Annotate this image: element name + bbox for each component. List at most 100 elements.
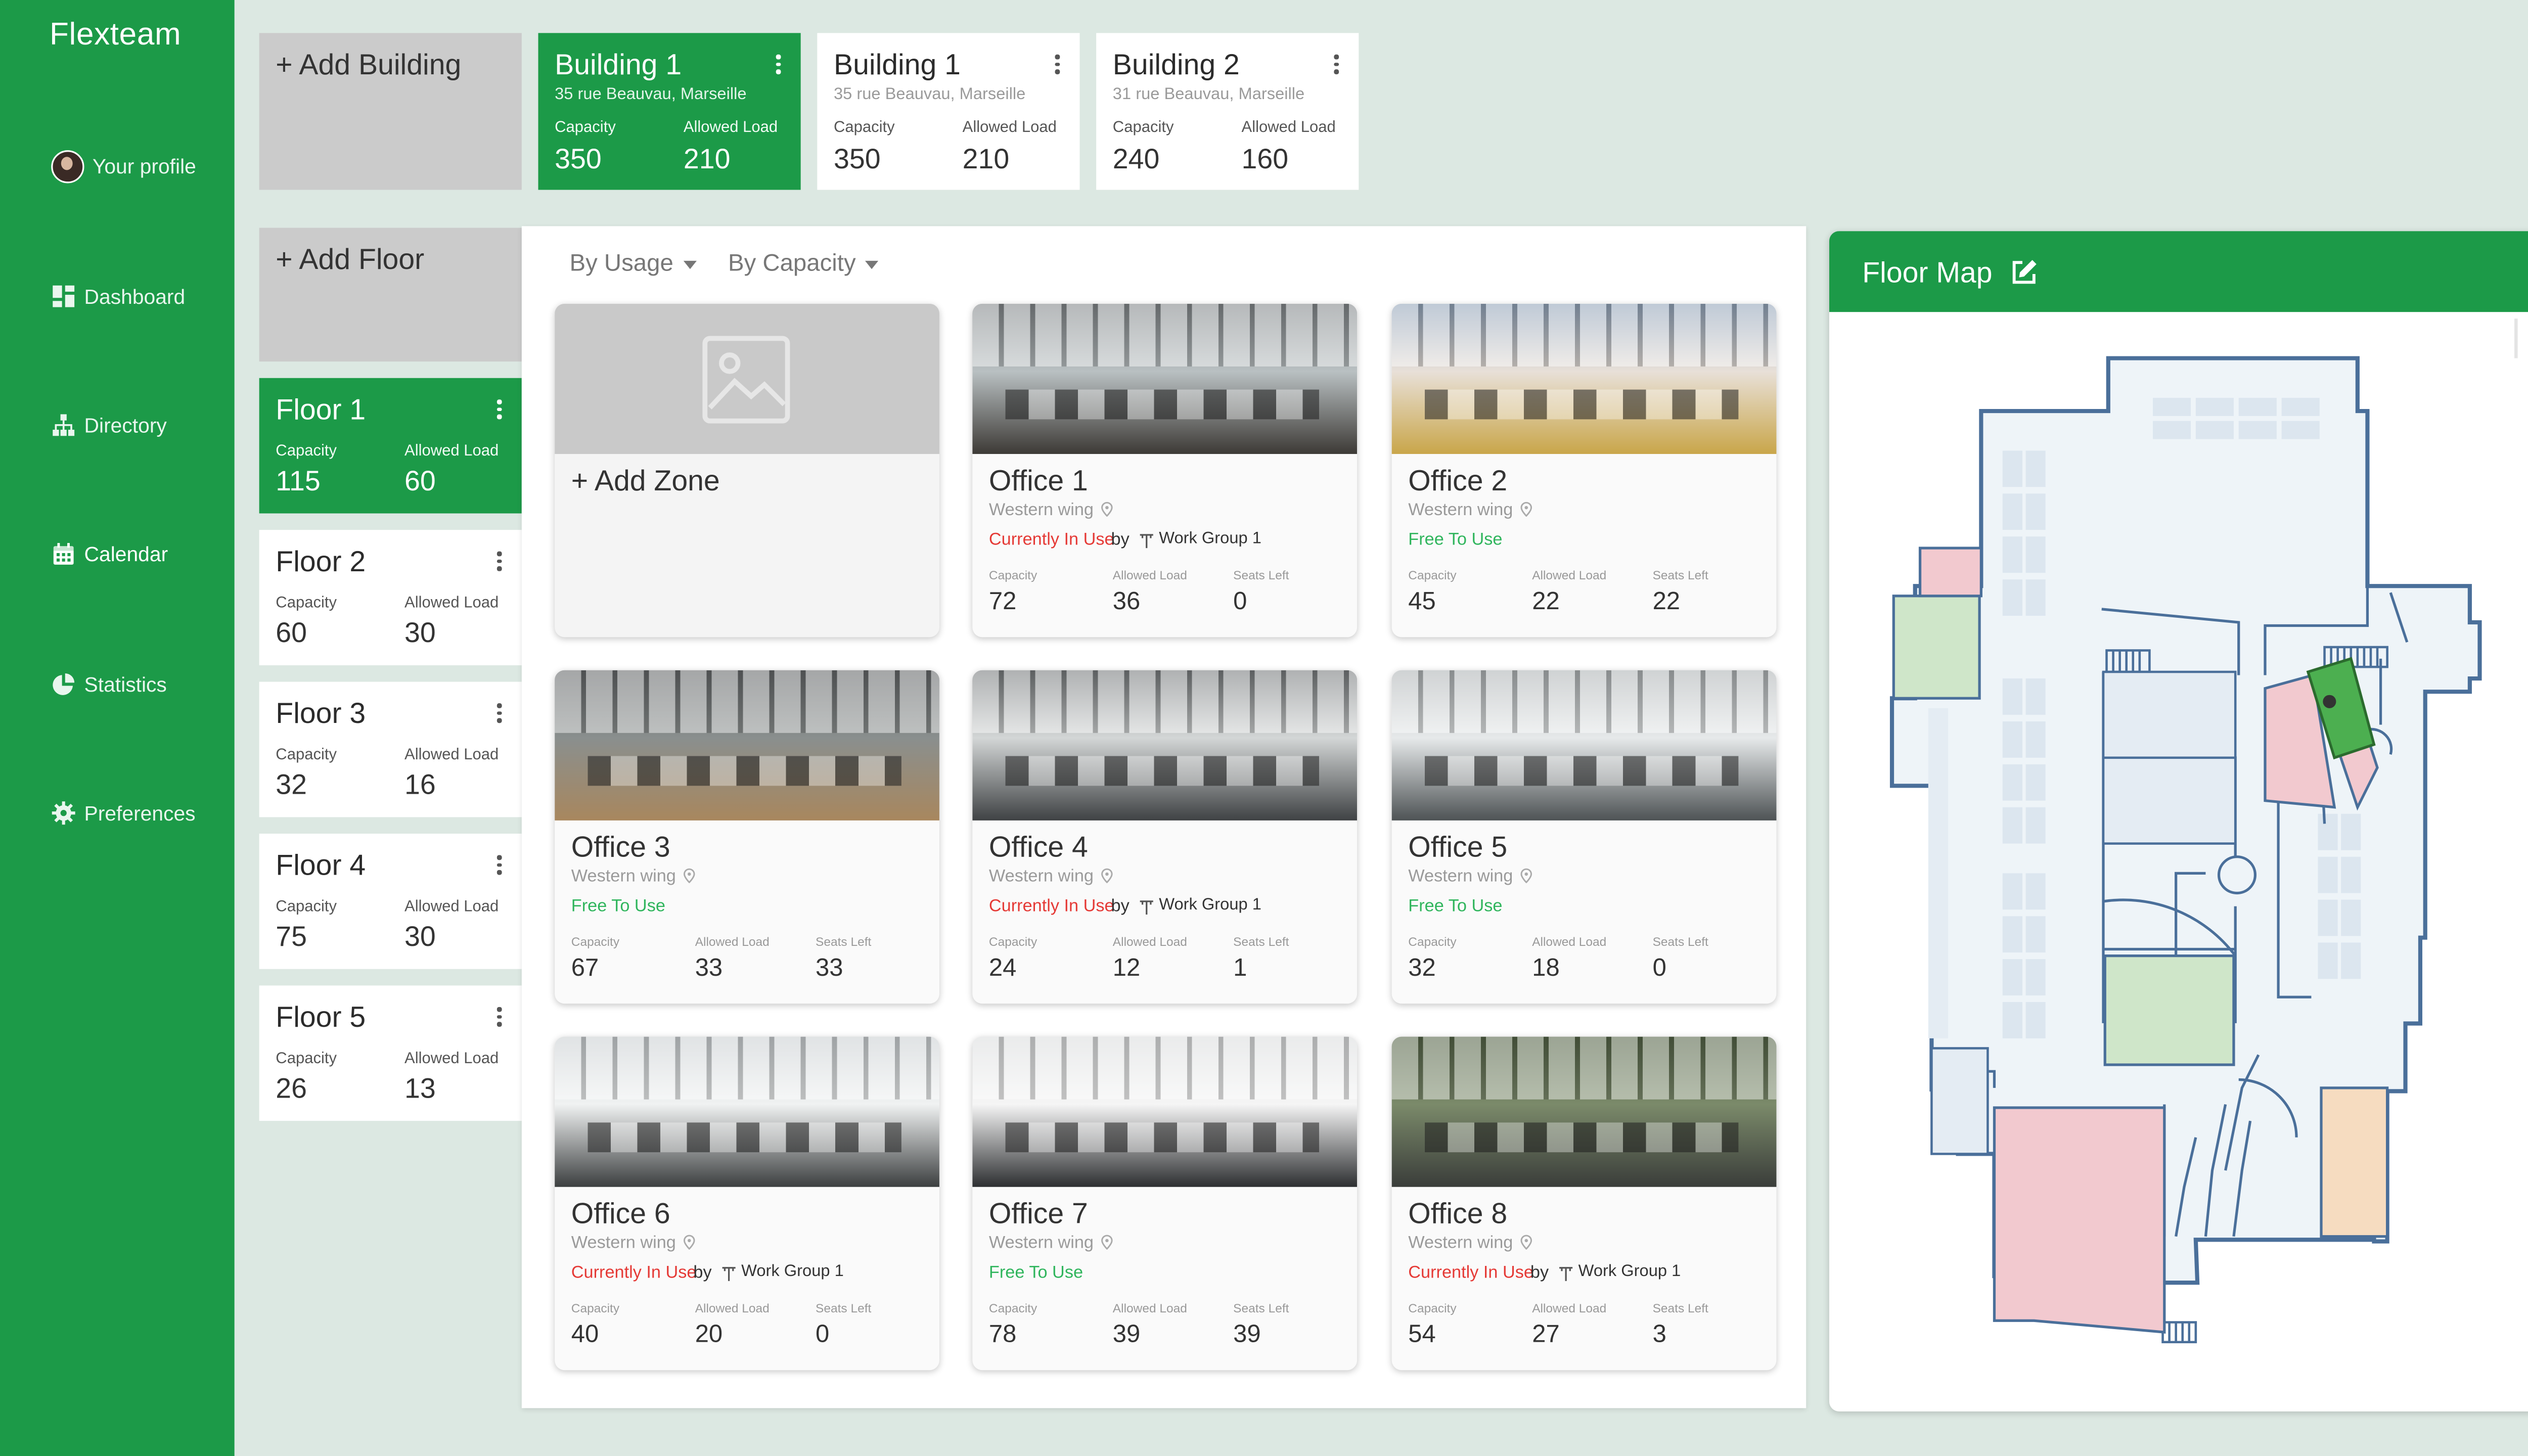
capacity-label: Capacity [571, 1301, 620, 1316]
more-options-icon[interactable] [496, 855, 502, 877]
floor-name: Floor 3 [276, 696, 366, 730]
zone-seats-left: 33 [816, 954, 843, 982]
group-icon [722, 1267, 736, 1281]
zone-card[interactable]: Office 2 Western wing Free To Use Capacity… [1391, 303, 1777, 638]
floor-card-selected[interactable]: Floor 1 Capacity Allowed Load 115 60 [259, 378, 522, 514]
nav-your-profile[interactable]: Your profile [51, 150, 196, 184]
zone-seats-left: 3 [1652, 1321, 1666, 1349]
building-card[interactable]: Building 1 35 rue Beauvau, Marseille Cap… [817, 33, 1080, 190]
more-options-icon[interactable] [1055, 54, 1060, 77]
zone-wing-label: Western wing [1408, 500, 1513, 520]
allowed-load-label: Allowed Load [683, 119, 778, 138]
add-floor-button[interactable]: + Add Floor [259, 228, 522, 362]
image-placeholder [555, 303, 939, 454]
floor-plan[interactable] [1829, 312, 2528, 1412]
building-address: 31 rue Beauvau, Marseille [1112, 85, 1305, 104]
building-capacity: 350 [833, 144, 881, 175]
zone-card[interactable]: Office 7 Western wing Free To Use Capacity… [972, 1036, 1358, 1371]
zone-name: Office 1 [988, 464, 1088, 497]
zone-name: Office 7 [988, 1197, 1088, 1230]
zone-card[interactable]: Office 8 Western wing Currently In Use by W… [1391, 1036, 1777, 1371]
more-options-icon[interactable] [496, 703, 502, 725]
zone-capacity: 67 [571, 954, 599, 982]
more-options-icon[interactable] [496, 399, 502, 422]
building-name: Building 1 [833, 48, 961, 81]
zone-card[interactable]: Office 1 Western wing Currently In Use by W… [972, 303, 1358, 638]
floor-card[interactable]: Floor 2 Capacity Allowed Load 60 30 [259, 530, 522, 665]
building-card[interactable]: Building 2 31 rue Beauvau, Marseille Cap… [1096, 33, 1359, 190]
work-group-link[interactable]: Work Group 1 [741, 1263, 844, 1281]
group-icon [1140, 534, 1153, 549]
zone-allowed-load: 20 [695, 1321, 723, 1349]
zone-capacity: 40 [571, 1321, 599, 1349]
nav-dashboard[interactable]: Dashboard [51, 284, 185, 309]
zone-capacity: 54 [1408, 1321, 1436, 1349]
floor-allowed-load: 30 [404, 617, 436, 649]
floor-card[interactable]: Floor 4 Capacity Allowed Load 75 30 [259, 833, 522, 969]
nav-label: Preferences [84, 801, 196, 825]
zone-card[interactable]: Office 4 Western wing Currently In Use by W… [972, 670, 1358, 1004]
seats-left-label: Seats Left [1652, 934, 1708, 949]
more-options-icon[interactable] [776, 54, 781, 77]
zone-status: Currently In Use [988, 530, 1114, 550]
seats-left-label: Seats Left [1233, 1301, 1289, 1316]
floor-card[interactable]: Floor 3 Capacity Allowed Load 32 16 [259, 681, 522, 817]
capacity-label: Capacity [276, 594, 337, 613]
nav-directory[interactable]: Directory [51, 413, 167, 437]
building-card-selected[interactable]: Building 1 35 rue Beauvau, Marseille Cap… [538, 33, 801, 190]
floor-capacity: 32 [276, 769, 307, 801]
more-options-icon[interactable] [496, 551, 502, 574]
zone-allowed-load: 39 [1112, 1321, 1141, 1349]
zone-wing-label: Western wing [988, 500, 1094, 520]
zone-name: Office 2 [1408, 464, 1508, 497]
capacity-label: Capacity [988, 568, 1037, 583]
floor-name: Floor 4 [276, 848, 366, 882]
zone-photo [1391, 670, 1777, 821]
more-options-icon[interactable] [496, 1007, 502, 1029]
zone-card[interactable]: Office 5 Western wing Free To Use Capacity… [1391, 670, 1777, 1004]
zone-wing: Western wing [571, 1233, 696, 1253]
sidebar: Flexteam Your profile Dashboard Director… [0, 0, 235, 1456]
zone-seats-left: 0 [816, 1321, 830, 1349]
seats-left-label: Seats Left [1233, 568, 1289, 583]
nav-preferences[interactable]: Preferences [51, 801, 196, 826]
brand-logo[interactable]: Flexteam [50, 18, 181, 55]
building-allowed-load: 210 [683, 144, 731, 175]
allowed-load-label: Allowed Load [1112, 568, 1187, 583]
zone-wing-label: Western wing [1408, 867, 1513, 887]
nav-statistics[interactable]: Statistics [51, 672, 167, 697]
zone-photo [1391, 303, 1777, 454]
more-options-icon[interactable] [1334, 54, 1339, 77]
zone-capacity: 32 [1408, 954, 1436, 982]
add-building-label: + Add Building [276, 48, 462, 81]
group-icon [1140, 900, 1153, 915]
zone-photo [972, 670, 1358, 821]
zone-wing-label: Western wing [1408, 1233, 1513, 1253]
add-zone-card[interactable]: + Add Zone [555, 303, 939, 638]
nav-label: Your profile [92, 155, 196, 178]
floor-map-header: Floor Map [1829, 231, 2528, 312]
work-group-link[interactable]: Work Group 1 [1159, 530, 1261, 548]
work-group-link[interactable]: Work Group 1 [1578, 1263, 1681, 1281]
capacity-label: Capacity [988, 934, 1037, 949]
location-pin-icon [684, 868, 696, 884]
work-group-link[interactable]: Work Group 1 [1159, 896, 1261, 915]
zone-wing: Western wing [1408, 500, 1533, 520]
zone-card[interactable]: Office 3 Western wing Free To Use Capacity… [555, 670, 939, 1004]
filter-by-capacity-dropdown[interactable]: By Capacity [728, 251, 879, 278]
zone-card[interactable]: Office 6 Western wing Currently In Use by W… [555, 1036, 939, 1371]
dashboard-icon [53, 285, 75, 307]
edit-icon[interactable] [2009, 257, 2039, 287]
zone-status: Free To Use [988, 1262, 1084, 1283]
allowed-load-label: Allowed Load [404, 746, 499, 764]
building-address: 35 rue Beauvau, Marseille [555, 85, 747, 104]
add-building-button[interactable]: + Add Building [259, 33, 522, 190]
filter-by-usage-dropdown[interactable]: By Usage [570, 251, 697, 278]
capacity-label: Capacity [1408, 568, 1457, 583]
floor-card[interactable]: Floor 5 Capacity Allowed Load 26 13 [259, 985, 522, 1121]
floor-map-title: Floor Map [1862, 256, 1993, 289]
nav-calendar[interactable]: Calendar [51, 541, 168, 566]
zone-wing: Western wing [1408, 1233, 1533, 1253]
capacity-label: Capacity [276, 746, 337, 764]
allowed-load-label: Allowed Load [1532, 1301, 1607, 1316]
